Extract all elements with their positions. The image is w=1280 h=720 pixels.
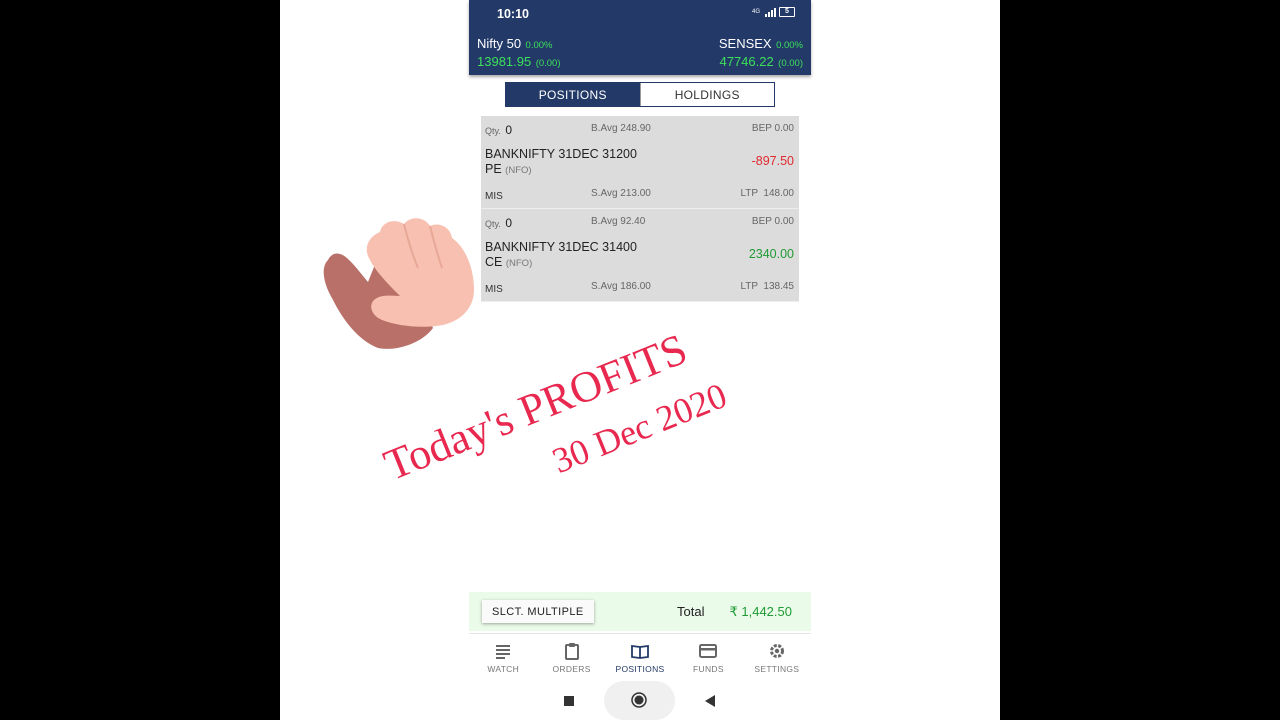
network-type: 4G	[752, 9, 761, 15]
nav-label: FUNDS	[693, 664, 724, 674]
home-icon[interactable]	[631, 692, 647, 708]
position-pnl: -897.50	[751, 154, 794, 168]
total-label: Total	[677, 604, 705, 619]
nav-orders[interactable]: ORDERS	[537, 634, 605, 681]
position-row[interactable]: Qty. 0 B.Avg 92.40 BEP 0.00 BANKNIFTY 31…	[481, 209, 799, 302]
clipboard-icon	[564, 643, 579, 660]
position-pnl: 2340.00	[748, 247, 794, 261]
book-icon	[631, 644, 649, 659]
back-icon[interactable]	[705, 695, 715, 707]
bottom-navigation: WATCH ORDERS POSITIONS FUNDS SETTINGS	[469, 633, 811, 681]
total-bar: SLCT. MULTIPLE Total ₹ 1,442.50	[469, 592, 811, 631]
nav-positions[interactable]: POSITIONS	[606, 634, 674, 681]
card-icon	[699, 644, 718, 658]
nav-funds[interactable]: FUNDS	[674, 634, 742, 681]
nav-watch[interactable]: WATCH	[469, 634, 537, 681]
position-exchange: (NFO)	[505, 165, 532, 176]
list-icon	[496, 645, 511, 659]
qty-field: Qty. 0	[485, 123, 512, 137]
app-header: 10:10 4G 5 Nifty 50 0.00% 13981.95 (0.00…	[469, 0, 811, 75]
product-type: MIS	[485, 284, 503, 295]
system-navigation-bar	[469, 681, 811, 720]
break-even-price: BEP 0.00	[751, 216, 794, 227]
nav-settings[interactable]: SETTINGS	[743, 634, 811, 681]
pointing-hand-icon	[323, 218, 474, 349]
index-value: 47746.22	[719, 54, 774, 69]
position-row[interactable]: Qty. 0 B.Avg 248.90 BEP 0.00 BANKNIFTY 3…	[481, 116, 799, 209]
positions-holdings-tabs: POSITIONS HOLDINGS	[505, 82, 775, 107]
last-traded-price: LTP 148.00	[740, 188, 794, 199]
buy-average: B.Avg 92.40	[591, 216, 646, 227]
index-name: Nifty 50	[477, 36, 522, 51]
position-exchange: (NFO)	[505, 258, 533, 269]
gear-icon	[769, 644, 784, 658]
tab-holdings[interactable]: HOLDINGS	[639, 83, 774, 106]
break-even-price: BEP 0.00	[751, 123, 794, 134]
nav-label: ORDERS	[552, 664, 591, 674]
qty-value: 0	[505, 216, 513, 230]
recents-icon[interactable]	[564, 696, 574, 706]
index-name: SENSEX	[718, 36, 772, 51]
buy-average: B.Avg 248.90	[591, 123, 651, 134]
status-time: 10:10	[497, 7, 529, 21]
sell-average: S.Avg 186.00	[591, 281, 651, 292]
status-icons: 4G 5	[752, 7, 795, 17]
position-symbol-block: BANKNIFTY 31DEC 31400 CE (NFO)	[485, 240, 655, 271]
position-symbol-block: BANKNIFTY 31DEC 31200 PE (NFO)	[485, 147, 655, 178]
sell-average: S.Avg 213.00	[591, 188, 651, 199]
index-nifty[interactable]: Nifty 50 0.00% 13981.95 (0.00)	[477, 35, 561, 71]
index-change-pct: 0.00%	[776, 40, 803, 51]
total-value: ₹ 1,442.50	[729, 604, 793, 619]
qty-label: Qty.	[485, 126, 501, 136]
signal-icon	[765, 7, 776, 17]
select-multiple-button[interactable]: SLCT. MULTIPLE	[482, 600, 594, 623]
index-change: (0.00)	[778, 58, 803, 69]
nav-label: WATCH	[487, 664, 520, 674]
last-traded-price: LTP 138.45	[740, 281, 794, 292]
qty-value: 0	[505, 123, 513, 137]
qty-field: Qty. 0	[485, 216, 512, 230]
index-sensex[interactable]: SENSEX 0.00% 47746.22 (0.00)	[719, 35, 803, 71]
positions-list: Qty. 0 B.Avg 248.90 BEP 0.00 BANKNIFTY 3…	[481, 116, 799, 302]
nav-label: SETTINGS	[754, 664, 800, 674]
product-type: MIS	[485, 191, 503, 202]
battery-icon: 5	[779, 7, 795, 17]
qty-label: Qty.	[485, 219, 501, 229]
index-change: (0.00)	[535, 58, 561, 69]
nav-label: POSITIONS	[615, 664, 665, 674]
tab-positions[interactable]: POSITIONS	[506, 83, 640, 106]
index-change-pct: 0.00%	[525, 40, 553, 51]
index-value: 13981.95	[477, 54, 532, 69]
